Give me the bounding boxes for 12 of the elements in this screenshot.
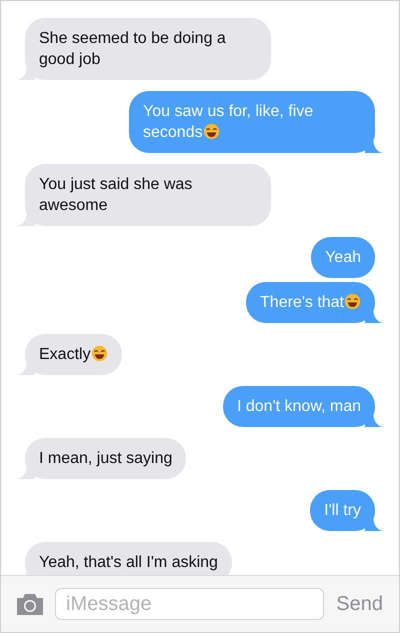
message-bubble: There's that (246, 282, 375, 323)
camera-icon[interactable] (15, 592, 45, 616)
send-button[interactable]: Send (334, 590, 385, 618)
message-bubble: She seemed to be doing a good job (25, 18, 271, 80)
message-bubble: I mean, just saying (25, 438, 186, 479)
message-bubble: Exactly (25, 334, 122, 375)
message-bubble: You just said she was awesome (25, 164, 271, 226)
message-bubble: Yeah (311, 237, 375, 278)
message-field[interactable]: iMessage (55, 588, 324, 620)
message-bubble: I'll try (310, 490, 375, 531)
message-bubble: I don't know, man (222, 386, 375, 427)
message-bubble: You saw us for, like, five seconds (129, 91, 375, 153)
